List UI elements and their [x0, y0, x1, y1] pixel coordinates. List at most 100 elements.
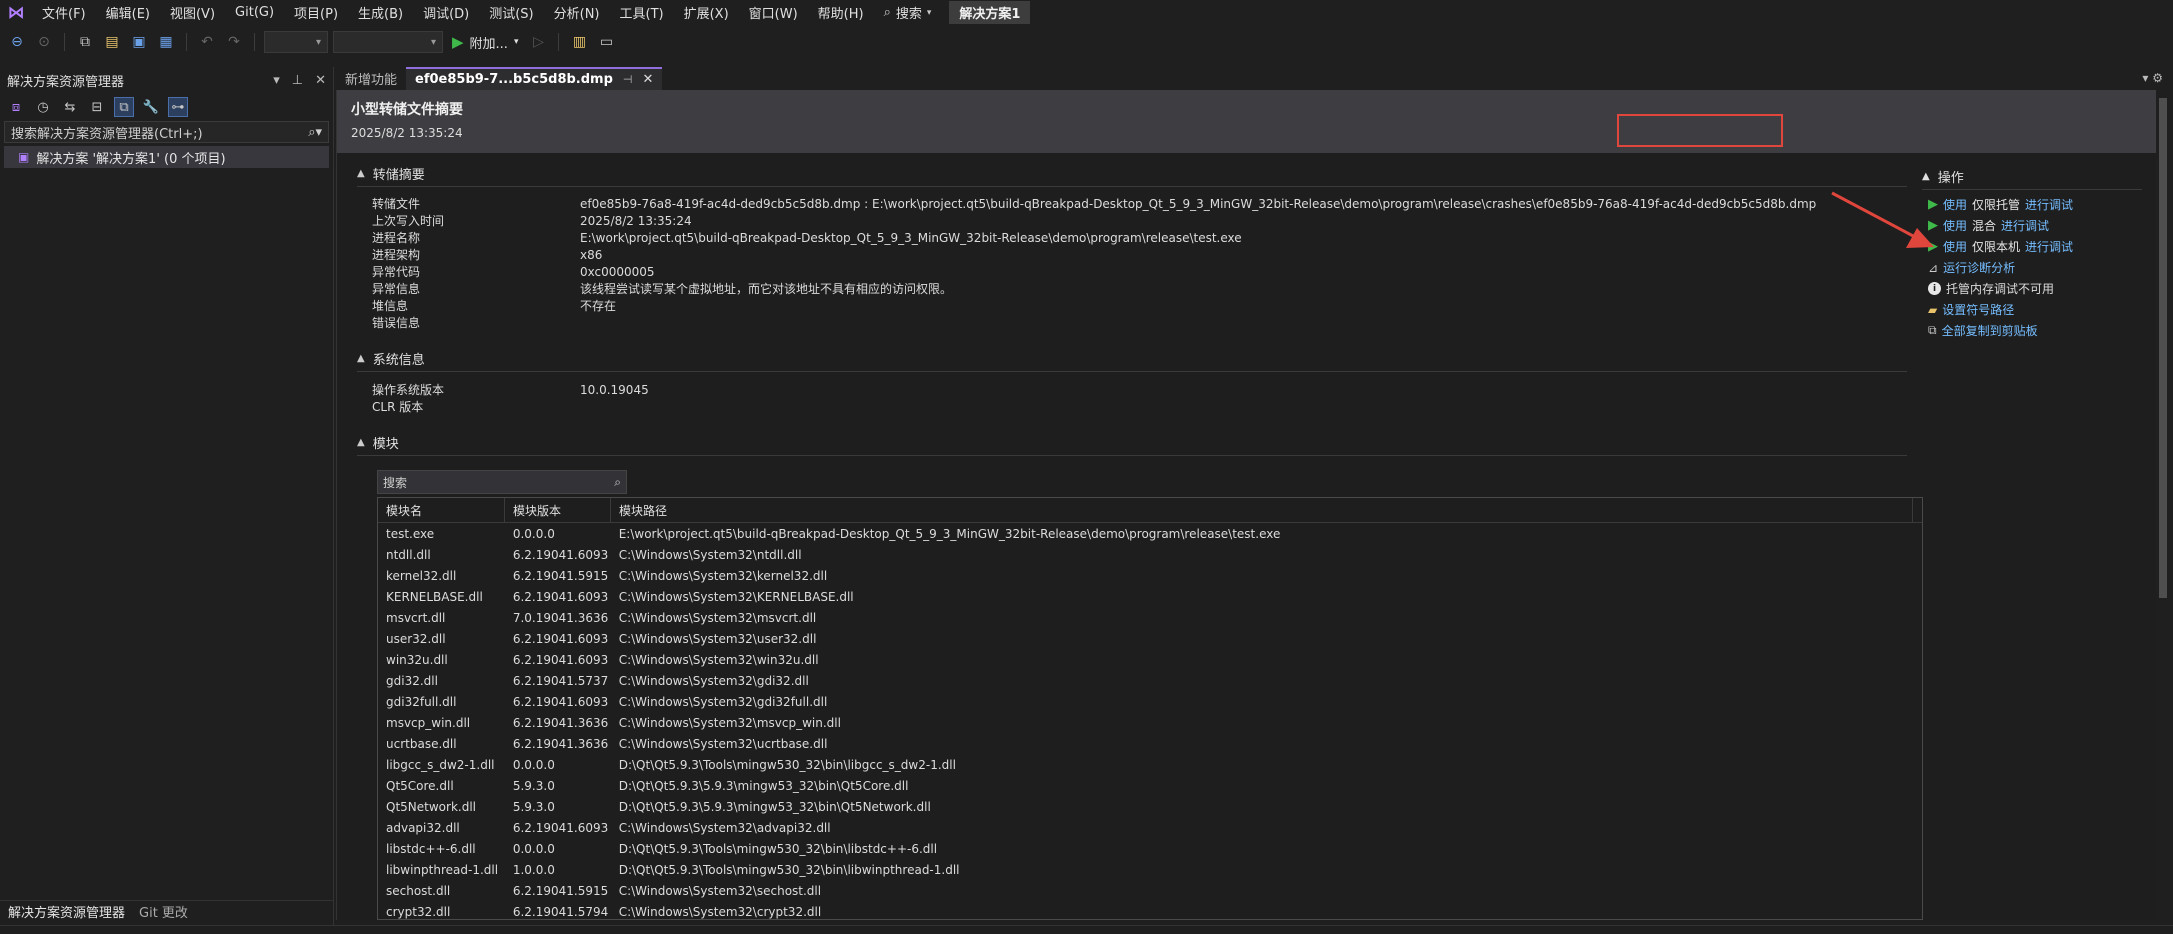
section-system-info[interactable]: ▲ 系统信息: [357, 349, 425, 368]
module-search-input[interactable]: 搜索 ⌕: [377, 470, 627, 494]
table-row[interactable]: advapi32.dll 6.2.19041.6093 C:\Windows\Sys…: [378, 817, 1922, 838]
properties-icon[interactable]: 🔧: [141, 97, 161, 117]
platform-dropdown[interactable]: ▾: [333, 31, 443, 53]
sync-icon[interactable]: ⇆: [60, 97, 80, 117]
link-post: 进行调试: [2025, 240, 2074, 254]
run-diagnostics-link[interactable]: ⊿ 运行诊断分析: [1928, 259, 2015, 276]
menu-help[interactable]: 帮助(H): [808, 0, 874, 25]
solution-tree-item[interactable]: ▣ 解决方案 '解决方案1' (0 个项目): [4, 146, 329, 168]
start-without-debug-icon[interactable]: ▷: [527, 31, 549, 53]
set-symbol-paths-link[interactable]: ▰ 设置符号路径: [1928, 301, 2014, 318]
table-row[interactable]: user32.dll 6.2.19041.6093 C:\Windows\Syste…: [378, 628, 1922, 649]
menu-tools[interactable]: 工具(T): [610, 0, 674, 25]
column-header-module-path[interactable]: 模块路径: [611, 498, 1913, 522]
layout-icon[interactable]: ▭: [595, 31, 617, 53]
menu-git[interactable]: Git(G): [225, 0, 284, 25]
pin-icon[interactable]: ⊥: [292, 73, 303, 88]
actions-header[interactable]: ▲ 操作: [1922, 167, 1964, 186]
table-row[interactable]: ntdll.dll 6.2.19041.6093 C:\Windows\System…: [378, 544, 1922, 565]
table-row[interactable]: gdi32full.dll 6.2.19041.6093 C:\Windows\Sy…: [378, 691, 1922, 712]
vs-logo-icon[interactable]: ⋈: [0, 0, 32, 25]
table-row[interactable]: libgcc_s_dw2-1.dll 0.0.0.0 D:\Qt\Qt5.9.3\T…: [378, 754, 1922, 775]
menu-extensions[interactable]: 扩展(X): [674, 0, 739, 25]
menu-test[interactable]: 测试(S): [479, 0, 543, 25]
tab-whats-new[interactable]: 新增功能: [336, 67, 406, 90]
table-row[interactable]: test.exe 0.0.0.0 E:\work\project.qt5\build…: [378, 523, 1922, 544]
save-icon[interactable]: ▣: [128, 31, 150, 53]
menu-file[interactable]: 文件(F): [32, 0, 96, 25]
solution-search-input[interactable]: 搜索解决方案资源管理器(Ctrl+;) ⌕▾: [4, 121, 329, 143]
document-scrollbar[interactable]: [2156, 90, 2170, 920]
table-row[interactable]: KERNELBASE.dll 6.2.19041.6093 C:\Windows\S…: [378, 586, 1922, 607]
table-row[interactable]: gdi32.dll 6.2.19041.5737 C:\Windows\System…: [378, 670, 1922, 691]
module-version-cell: 6.2.19041.6093: [512, 589, 609, 604]
menu-edit[interactable]: 编辑(E): [96, 0, 160, 25]
copy-all-link[interactable]: ⧉ 全部复制到剪贴板: [1928, 322, 2038, 339]
table-row[interactable]: ucrtbase.dll 6.2.19041.3636 C:\Windows\Sys…: [378, 733, 1922, 754]
search-menu[interactable]: ⌕ 搜索 ▾: [874, 3, 942, 22]
debug-managed-only-link[interactable]: ▶ 使用 仅限托管 进行调试: [1928, 196, 2073, 213]
dump-value: 0xc0000005: [580, 265, 655, 279]
section-dump-summary[interactable]: ▲ 转储摘要: [357, 164, 425, 183]
history-icon[interactable]: ◷: [33, 97, 53, 117]
scrollbar-thumb[interactable]: [2159, 98, 2167, 598]
table-row[interactable]: kernel32.dll 6.2.19041.5915 C:\Windows\Sys…: [378, 565, 1922, 586]
new-project-icon[interactable]: ⧉: [74, 31, 96, 53]
table-row[interactable]: crypt32.dll 6.2.19041.5794 C:\Windows\Syst…: [378, 901, 1922, 919]
pin-icon[interactable]: ⊣: [623, 73, 633, 86]
menu-project[interactable]: 项目(P): [284, 0, 348, 25]
table-row[interactable]: msvcp_win.dll 6.2.19041.3636 C:\Windows\Sy…: [378, 712, 1922, 733]
section-title: 转储摘要: [372, 168, 425, 183]
module-search-placeholder: 搜索: [383, 475, 408, 490]
debug-native-only-link[interactable]: ▶ 使用 仅限本机 进行调试: [1928, 238, 2073, 255]
menu-build[interactable]: 生成(B): [348, 0, 413, 25]
tab-git-changes[interactable]: Git 更改: [139, 902, 188, 921]
navigate-back-icon[interactable]: ⊖: [6, 31, 28, 53]
tab-dump-file[interactable]: ef0e85b9-7...b5c5d8b.dmp ⊣ ✕: [406, 67, 663, 90]
module-version-cell: 7.0.19041.3636: [512, 610, 609, 625]
doc-header: 小型转储文件摘要 2025/8/2 13:35:24: [337, 90, 2156, 153]
table-row[interactable]: sechost.dll 6.2.19041.5915 C:\Windows\Syst…: [378, 880, 1922, 901]
tab-overflow-icon[interactable]: ▾ ⚙: [2142, 71, 2163, 85]
table-row[interactable]: msvcrt.dll 7.0.19041.3636 C:\Windows\Syste…: [378, 607, 1922, 628]
module-path-cell: C:\Windows\System32\user32.dll: [618, 631, 817, 646]
debug-mixed-link[interactable]: ▶ 使用 混合 进行调试: [1928, 217, 2049, 234]
section-title: 模块: [372, 437, 399, 452]
menu-debug[interactable]: 调试(D): [413, 0, 479, 25]
menu-window[interactable]: 窗口(W): [739, 0, 808, 25]
table-row[interactable]: libwinpthread-1.dll 1.0.0.0 D:\Qt\Qt5.9.3\…: [378, 859, 1922, 880]
close-icon[interactable]: ✕: [643, 72, 654, 87]
tab-solution-explorer[interactable]: 解决方案资源管理器: [8, 902, 125, 921]
dropdown-icon[interactable]: ▾: [273, 73, 280, 88]
open-file-icon[interactable]: ▤: [101, 31, 123, 53]
module-version-cell: 6.2.19041.6093: [512, 631, 609, 646]
column-header-module-version[interactable]: 模块版本: [505, 498, 611, 522]
menu-bar: ⋈ 文件(F) 编辑(E) 视图(V) Git(G) 项目(P) 生成(B) 调…: [0, 0, 2173, 25]
solution-name-badge[interactable]: 解决方案1: [949, 1, 1031, 24]
switch-views-icon[interactable]: ⧈: [6, 97, 26, 117]
browse-folder-icon[interactable]: ▥: [568, 31, 590, 53]
column-header-module-name[interactable]: 模块名: [378, 498, 505, 522]
dump-summary-document: 小型转储文件摘要 2025/8/2 13:35:24 ▲ 转储摘要 转储文件 e…: [336, 90, 2157, 920]
table-row[interactable]: Qt5Core.dll 5.9.3.0 D:\Qt\Qt5.9.3\5.9.3\mi…: [378, 775, 1922, 796]
configuration-dropdown[interactable]: ▾: [264, 31, 328, 53]
module-version-cell: 6.2.19041.6093: [512, 652, 609, 667]
play-icon: ▶: [1928, 239, 1938, 254]
section-modules[interactable]: ▲ 模块: [357, 433, 399, 452]
menu-analyze[interactable]: 分析(N): [544, 0, 610, 25]
close-icon[interactable]: ✕: [315, 73, 326, 88]
table-row[interactable]: libstdc++-6.dll 0.0.0.0 D:\Qt\Qt5.9.3\Tool…: [378, 838, 1922, 859]
preview-icon[interactable]: ⊶: [168, 97, 188, 117]
navigate-forward-icon[interactable]: ⊙: [33, 31, 55, 53]
save-all-icon[interactable]: ▦: [155, 31, 177, 53]
table-row[interactable]: win32u.dll 6.2.19041.6093 C:\Windows\Syste…: [378, 649, 1922, 670]
dump-value: 不存在: [580, 299, 617, 313]
module-version-cell: 6.2.19041.3636: [512, 715, 609, 730]
collapse-all-icon[interactable]: ⊟: [87, 97, 107, 117]
show-all-files-icon[interactable]: ⧉: [114, 97, 134, 117]
undo-icon[interactable]: ↶: [196, 31, 218, 53]
table-row[interactable]: Qt5Network.dll 5.9.3.0 D:\Qt\Qt5.9.3\5.9.3…: [378, 796, 1922, 817]
menu-view[interactable]: 视图(V): [160, 0, 225, 25]
redo-icon[interactable]: ↷: [223, 31, 245, 53]
attach-button[interactable]: ▶ 附加... ▾: [448, 33, 522, 52]
